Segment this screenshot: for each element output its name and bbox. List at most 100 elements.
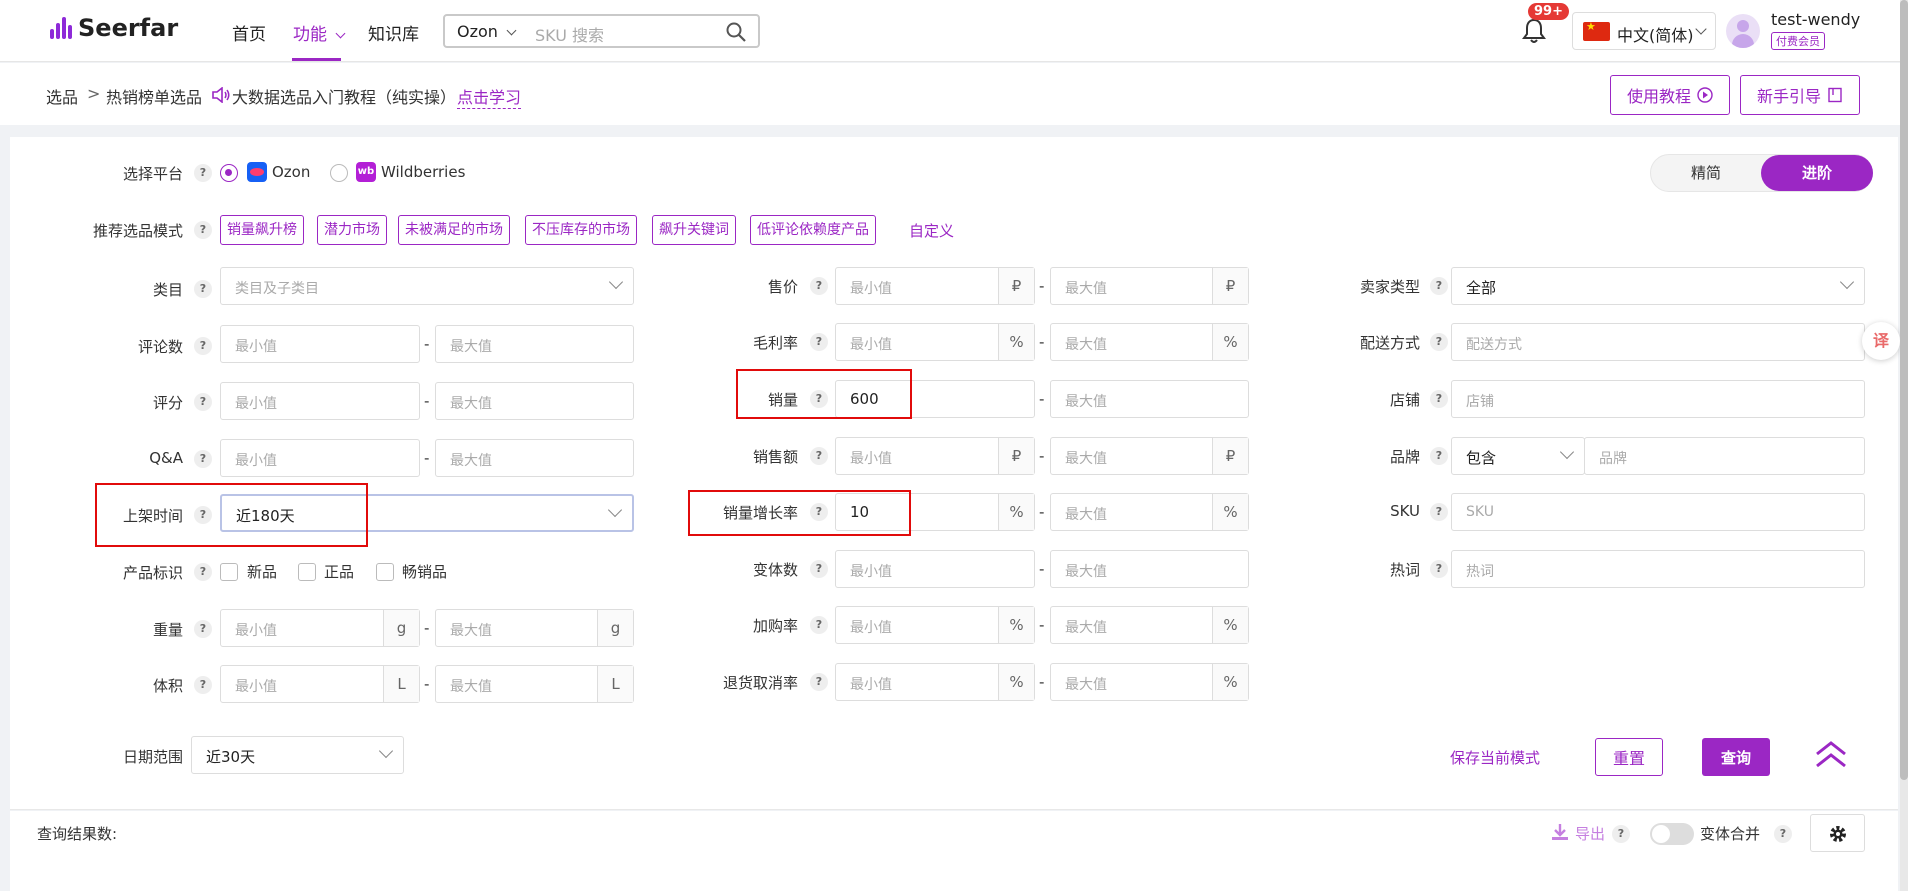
platform-wildberries-label[interactable]: Wildberries	[381, 163, 465, 181]
help-icon[interactable]: ?	[194, 676, 212, 694]
qa-min-input[interactable]: 最小值	[220, 439, 420, 477]
brand-input[interactable]: 品牌	[1584, 437, 1865, 475]
help-icon[interactable]: ?	[194, 221, 212, 239]
help-icon[interactable]: ?	[810, 333, 828, 351]
revenue-max-input[interactable]: 最大值 ₽	[1050, 437, 1249, 475]
tag-new-checkbox[interactable]	[220, 563, 238, 581]
mode-surge-keywords[interactable]: 飙升关键词	[652, 215, 736, 245]
platform-ozon-label[interactable]: Ozon	[272, 163, 310, 181]
date-range-select[interactable]: 近30天	[191, 736, 404, 774]
nav-knowledge[interactable]: 知识库	[368, 20, 419, 45]
brand-mode-select[interactable]: 包含	[1451, 437, 1585, 475]
mode-low-inventory[interactable]: 不压库存的市场	[525, 215, 637, 245]
help-icon[interactable]: ?	[1430, 560, 1448, 578]
page-scrollbar-thumb[interactable]	[1900, 0, 1908, 780]
shop-input[interactable]: 店铺	[1451, 380, 1865, 418]
export-link[interactable]: 导出	[1575, 823, 1605, 844]
seller-type-select[interactable]: 全部	[1451, 267, 1865, 305]
help-icon[interactable]: ?	[810, 616, 828, 634]
seerfar-logo[interactable]: Seerfar	[50, 14, 178, 42]
reset-button[interactable]: 重置	[1595, 738, 1663, 776]
help-icon[interactable]: ?	[194, 563, 212, 581]
tutorial-button[interactable]: 使用教程	[1610, 75, 1730, 115]
help-icon[interactable]: ?	[1430, 503, 1448, 521]
help-icon[interactable]: ?	[194, 164, 212, 182]
help-icon[interactable]: ?	[1430, 447, 1448, 465]
search-icon[interactable]	[726, 22, 746, 42]
view-mode-simple[interactable]: 精简	[1651, 155, 1761, 191]
sales-max-input[interactable]: 最大值	[1050, 380, 1249, 418]
price-min-input[interactable]: 最小值 ₽	[835, 267, 1035, 305]
variant-merge-toggle[interactable]	[1650, 823, 1694, 845]
cart-rate-max-input[interactable]: 最大值%	[1050, 606, 1249, 644]
mode-sales-surge[interactable]: 销量飙升榜	[220, 215, 304, 245]
help-icon[interactable]: ?	[810, 447, 828, 465]
help-icon[interactable]: ?	[1430, 277, 1448, 295]
return-rate-min-input[interactable]: 最小值%	[835, 663, 1035, 701]
tag-bestseller-checkbox[interactable]	[376, 563, 394, 581]
nav-home[interactable]: 首页	[232, 20, 266, 45]
reviews-max-input[interactable]: 最大值	[435, 325, 634, 363]
help-icon[interactable]: ?	[810, 277, 828, 295]
tag-genuine-label[interactable]: 正品	[324, 561, 354, 582]
category-select[interactable]: 类目及子类目	[220, 267, 634, 305]
save-mode-link[interactable]: 保存当前模式	[1450, 747, 1540, 768]
qa-max-input[interactable]: 最大值	[435, 439, 634, 477]
help-icon[interactable]: ?	[194, 280, 212, 298]
help-icon[interactable]: ?	[1612, 825, 1630, 843]
nav-features[interactable]: 功能	[293, 20, 346, 45]
tag-bestseller-label[interactable]: 畅销品	[402, 561, 447, 582]
language-select[interactable]: 中文(简体)	[1572, 12, 1716, 50]
learn-link[interactable]: 点击学习	[457, 84, 522, 109]
margin-max-input[interactable]: 最大值%	[1050, 323, 1249, 361]
tag-genuine-checkbox[interactable]	[298, 563, 316, 581]
margin-min-input[interactable]: 最小值%	[835, 323, 1035, 361]
help-icon[interactable]: ?	[194, 620, 212, 638]
volume-min-input[interactable]: 最小值 L	[220, 665, 420, 703]
revenue-min-input[interactable]: 最小值 ₽	[835, 437, 1035, 475]
reviews-min-input[interactable]: 最小值	[220, 325, 420, 363]
bell-icon[interactable]	[1522, 18, 1546, 44]
download-icon[interactable]	[1550, 822, 1570, 842]
user-avatar[interactable]	[1726, 14, 1760, 48]
cart-rate-min-input[interactable]: 最小值%	[835, 606, 1035, 644]
rating-min-input[interactable]: 最小值	[220, 382, 420, 420]
tag-new-label[interactable]: 新品	[247, 561, 277, 582]
help-icon[interactable]: ?	[194, 393, 212, 411]
help-icon[interactable]: ?	[1430, 390, 1448, 408]
help-icon[interactable]: ?	[1430, 333, 1448, 351]
mode-potential-market[interactable]: 潜力市场	[317, 215, 387, 245]
search-input[interactable]: SKU 搜索	[535, 22, 604, 46]
collapse-up-icon[interactable]	[1814, 740, 1848, 770]
price-max-input[interactable]: 最大值 ₽	[1050, 267, 1249, 305]
hotword-input[interactable]: 热词	[1451, 550, 1865, 588]
query-button[interactable]: 查询	[1702, 738, 1770, 776]
platform-radio-wildberries[interactable]	[330, 164, 348, 182]
help-icon[interactable]: ?	[194, 337, 212, 355]
volume-max-input[interactable]: 最大值 L	[435, 665, 634, 703]
platform-radio-ozon[interactable]	[220, 164, 238, 182]
mode-custom[interactable]: 自定义	[909, 220, 954, 241]
mode-low-review-dependency[interactable]: 低评论依赖度产品	[750, 215, 876, 245]
sales-growth-max-input[interactable]: 最大值%	[1050, 493, 1249, 531]
delivery-select[interactable]: 配送方式	[1451, 323, 1865, 361]
help-icon[interactable]: ?	[810, 560, 828, 578]
search-platform-select[interactable]: Ozon	[457, 22, 517, 41]
translate-float-icon[interactable]: 译	[1862, 322, 1900, 360]
weight-min-input[interactable]: 最小值 g	[220, 609, 420, 647]
help-icon[interactable]: ?	[810, 673, 828, 691]
variants-max-input[interactable]: 最大值	[1050, 550, 1249, 588]
help-icon[interactable]: ?	[194, 450, 212, 468]
view-mode-advanced[interactable]: 进阶	[1761, 155, 1873, 191]
variants-min-input[interactable]: 最小值	[835, 550, 1035, 588]
breadcrumb-root[interactable]: 选品	[46, 84, 78, 108]
help-icon[interactable]: ?	[1774, 825, 1792, 843]
settings-button[interactable]	[1810, 814, 1865, 852]
guide-button[interactable]: 新手引导	[1740, 75, 1860, 115]
mode-unmet-market[interactable]: 未被满足的市场	[398, 215, 510, 245]
rating-max-input[interactable]: 最大值	[435, 382, 634, 420]
sku-input[interactable]: SKU	[1451, 493, 1865, 531]
username[interactable]: test-wendy	[1771, 10, 1860, 29]
weight-max-input[interactable]: 最大值 g	[435, 609, 634, 647]
return-rate-max-input[interactable]: 最大值%	[1050, 663, 1249, 701]
